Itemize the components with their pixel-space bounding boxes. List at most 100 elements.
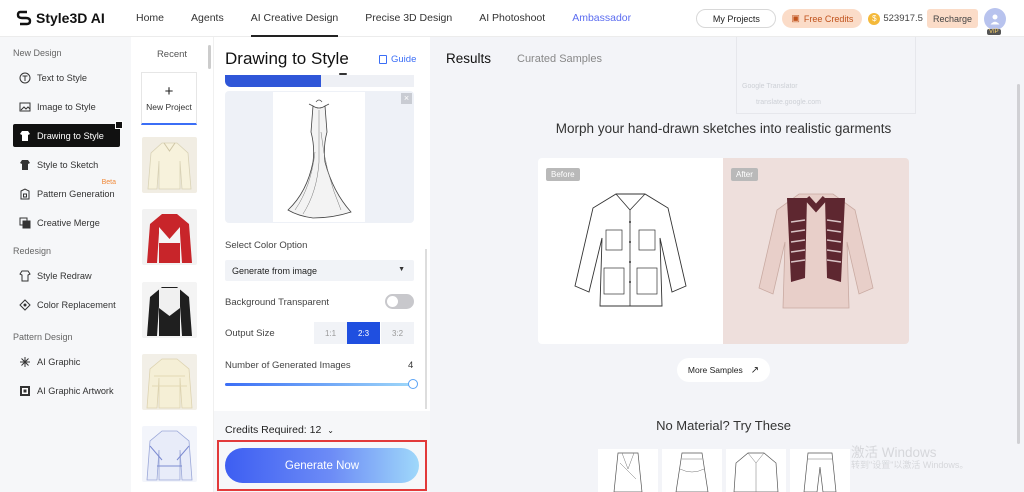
before-tag: Before [546,168,580,181]
artwork-icon [20,385,30,396]
section-title-redesign: Redesign [13,246,52,256]
graphic-icon [20,356,30,367]
color-option-value: Generate from image [232,265,318,276]
results-area: Google Translator translate.google.com R… [430,37,1024,492]
sample-material[interactable] [598,449,658,492]
output-size-3-2[interactable]: 3:2 [381,322,414,344]
color-replace-icon [19,298,31,311]
recent-thumbnail[interactable] [142,137,197,193]
nav-ambassador[interactable]: Ambassador [572,0,631,37]
sidebar-item-style-to-sketch[interactable]: Style to Sketch [13,153,120,176]
sidebar-item-label: Color Replacement [37,299,116,310]
num-images-value: 4 [408,360,414,371]
top-navbar: Style3D AI Home Agents AI Creative Desig… [0,0,1024,37]
sidebar-item-drawing-to-style[interactable]: Drawing to Style [13,121,123,147]
more-samples-button[interactable]: More Samples ↗ [677,358,770,382]
num-images-slider[interactable] [225,383,414,386]
garment-thumbnail-black [142,282,197,338]
tab-results[interactable]: Results [446,51,491,66]
num-images-label: Number of Generated Images [225,360,351,371]
nav-home[interactable]: Home [136,0,164,37]
credit-balance: $ 523917.5 [868,12,923,25]
tab-curated-samples[interactable]: Curated Samples [517,53,602,65]
image-style-icon [19,102,31,111]
drawing-style-icon [20,130,30,141]
ghost-text: Google Translator [742,83,798,90]
recent-thumbnail[interactable] [142,354,197,410]
sidebar-item-image-to-style[interactable]: Image to Style [13,95,120,118]
sidebar-item-pattern-generation[interactable]: Pattern Generation Beta [13,179,120,205]
new-project-button[interactable]: + New Project [141,72,197,125]
sample-material[interactable] [790,449,850,492]
header-actions: My Projects ▣ Free Credits $ 523917.5 Re… [696,0,1024,37]
uploaded-sketch-preview[interactable]: × [225,91,414,223]
sidebar-item-creative-merge[interactable]: Creative Merge [13,211,120,234]
after-panel: After [723,158,909,344]
bg-transparent-label: Background Transparent [225,297,330,308]
nav-precise-3d-design[interactable]: Precise 3D Design [365,0,452,37]
results-headline: Morph your hand-drawn sketches into real… [555,121,892,136]
sidebar-item-text-to-style[interactable]: Text to Style [13,66,120,89]
sample-material[interactable] [726,449,786,492]
garment-thumbnail-cream [142,137,197,193]
input-mode-tabs [225,72,414,87]
sidebar-item-label: AI Graphic [37,356,81,367]
results-scrollbar[interactable] [1017,84,1020,444]
nav-agents[interactable]: Agents [191,0,224,37]
tab-active[interactable] [225,75,321,87]
recent-scrollbar[interactable] [208,45,211,69]
nav-ai-photoshoot[interactable]: AI Photoshoot [479,0,545,37]
bg-transparent-toggle[interactable] [385,294,414,309]
free-credits-button[interactable]: ▣ Free Credits [782,9,863,28]
output-size-2-3[interactable]: 2:3 [347,322,380,344]
guide-link[interactable]: Guide [379,54,416,65]
beta-badge: Beta [101,179,116,186]
panel-scrollbar[interactable] [425,249,427,409]
my-projects-button[interactable]: My Projects [696,9,777,28]
settings-panel: Drawing to Style Guide × Select Color Op… [214,37,430,492]
sidebar-item-label: Style Redraw [37,270,92,281]
ghost-text: translate.google.com [756,99,821,106]
credits-required[interactable]: Credits Required: 12 ⌄ [225,424,334,436]
credits-required-text: Credits Required: 12 [225,424,322,436]
sidebar-item-label: Creative Merge [37,217,100,228]
remove-image-icon[interactable]: × [401,93,412,104]
active-corner-icon [115,121,123,129]
guide-label: Guide [391,54,417,65]
sidebar-item-color-replacement[interactable]: Color Replacement [13,293,120,316]
sample-sketch-pants [803,452,837,492]
tab-indicator [339,73,347,75]
sidebar-item-ai-graphic[interactable]: AI Graphic [13,350,120,373]
sample-material[interactable] [662,449,722,492]
after-tag: After [731,168,758,181]
recent-thumbnail[interactable] [142,209,197,265]
sidebar-item-style-redraw[interactable]: Style Redraw [13,264,120,287]
sidebar-item-label: Text to Style [37,72,88,83]
recent-projects: Recent + New Project [131,37,214,492]
generate-now-button[interactable]: Generate Now [225,448,419,483]
output-size-1-1[interactable]: 1:1 [314,322,347,344]
recharge-button[interactable]: Recharge [926,9,978,28]
color-option-select[interactable]: Generate from image ▼ [225,260,414,281]
before-after-comparison: Before After [538,158,909,344]
windows-watermark-subtitle: 转到"设置"以激活 Windows。 [851,460,969,470]
recent-thumbnail[interactable] [142,426,197,482]
sidebar-item-label: Drawing to Style [37,130,104,141]
dress-sketch-image [273,92,365,222]
shirt-sketch-image [574,193,687,307]
balance-value: 523917.5 [883,13,923,24]
slider-handle[interactable] [408,379,418,389]
sample-sketch-jacket [733,452,779,492]
tool-sidebar: New Design Text to Style Image to Style … [0,37,131,492]
coin-icon: $ [868,12,881,25]
style3d-logo-icon [16,10,32,26]
recent-thumbnail[interactable] [142,282,197,338]
panel-title: Drawing to Style [225,49,349,68]
user-avatar[interactable]: VIP [984,7,1006,35]
sample-sketch-dress [613,452,643,492]
toggle-knob [387,296,398,307]
logo[interactable]: Style3D AI [16,10,136,26]
nav-ai-creative-design[interactable]: AI Creative Design [250,0,338,37]
tab-inactive[interactable] [321,75,414,87]
sidebar-item-ai-graphic-artwork[interactable]: AI Graphic Artwork [13,379,120,402]
